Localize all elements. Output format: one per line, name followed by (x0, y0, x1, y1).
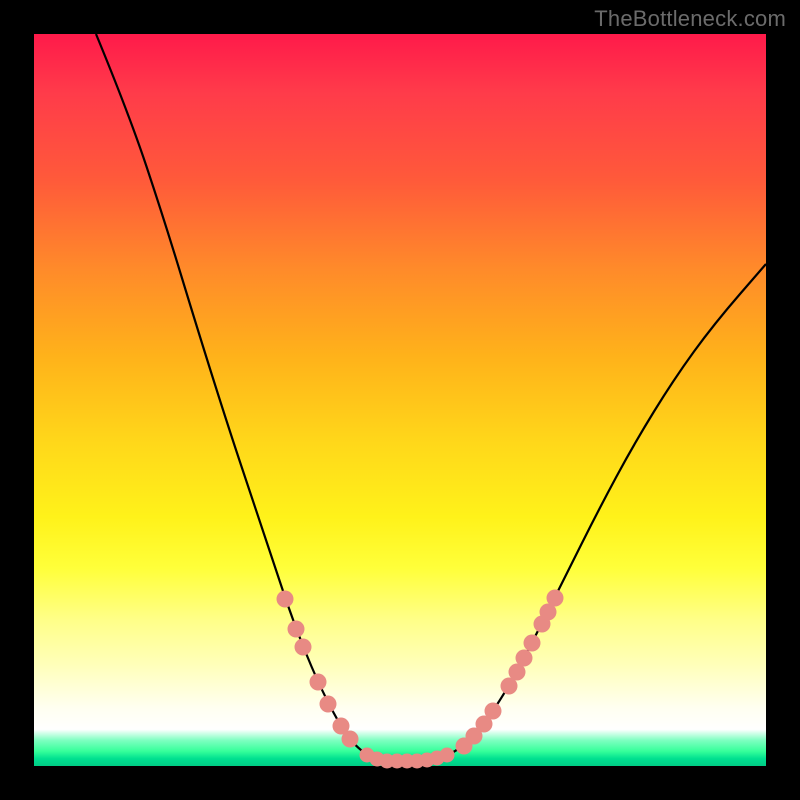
data-point (310, 674, 327, 691)
data-point (516, 650, 533, 667)
data-point (524, 635, 541, 652)
curve-svg (34, 34, 766, 766)
chart-frame: TheBottleneck.com (0, 0, 800, 800)
data-point (440, 748, 455, 763)
data-point (342, 731, 359, 748)
bottom-flat-dots (360, 748, 455, 769)
data-point (295, 639, 312, 656)
data-point (485, 703, 502, 720)
left-branch-dots (277, 591, 359, 748)
watermark-text: TheBottleneck.com (594, 6, 786, 32)
data-point (288, 621, 305, 638)
bottleneck-curve (96, 34, 766, 761)
data-point (320, 696, 337, 713)
plot-area (34, 34, 766, 766)
right-branch-dots (456, 590, 564, 755)
data-point (547, 590, 564, 607)
data-point (277, 591, 294, 608)
